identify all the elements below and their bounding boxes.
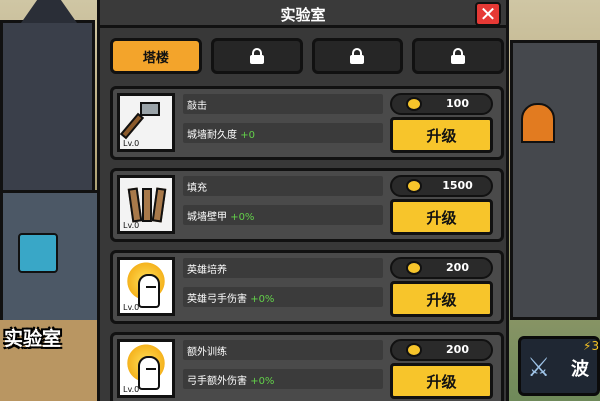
stat-label: 弓手额外伤害 [187,376,247,387]
upgrade-stat-bar: 城墙壁甲 +0% [183,205,383,225]
energy-value: 3 [591,339,600,353]
lab-building[interactable] [0,190,100,330]
stat-label: 城墙壁甲 [187,212,227,223]
forge-icon [521,103,555,143]
upgrade-stat-bar: 弓手额外伤害 +0% [183,369,383,389]
upgrade-name: 敲击 [187,101,207,112]
beaker-icon [18,233,58,273]
hero-icon [126,346,166,390]
upgrade-level: Lv.0 [123,303,140,312]
upgrade-stat: 英雄弓手伤害 +0% [187,290,274,305]
wave-button-label: 波 [571,359,589,380]
hero-icon [126,264,166,308]
cost-display: 200 [390,257,493,279]
upgrade-icon-box: Lv.0 [117,175,175,234]
stat-bonus: +0% [230,212,255,223]
wood-planks-icon [126,182,167,223]
upgrade-button[interactable]: 升级 [390,117,493,153]
upgrade-level: Lv.0 [123,139,140,148]
energy-indicator: ⚡3 [583,339,600,353]
tab-locked-3[interactable] [412,38,504,74]
upgrade-stat-bar: 英雄弓手伤害 +0% [183,287,383,307]
stat-bonus: +0% [250,294,275,305]
cost-value: 1500 [442,179,473,192]
tab-tower[interactable]: 塔楼 [110,38,202,74]
coin-icon [406,97,422,111]
panel-title: 实验室 [280,6,326,24]
wave-button[interactable]: ⚔ ⚡3 波 [518,336,600,396]
upgrade-row: Lv.0 填充 城墙壁甲 +0% 1500 升级 [110,168,504,242]
forge-building[interactable] [510,40,600,320]
stat-bonus: +0 [240,130,255,141]
stat-label: 城墙耐久度 [187,130,237,141]
cost-display: 200 [390,339,493,361]
coin-icon [406,343,422,357]
cost-value: 200 [446,343,469,356]
title-bar: 实验室 ✕ [100,0,506,28]
upgrade-button[interactable]: 升级 [390,281,493,317]
cost-display: 1500 [390,175,493,197]
tab-bar: 塔楼 [110,38,504,74]
lock-icon [350,48,365,64]
upgrade-icon-box: Lv.0 [117,339,175,398]
tab-locked-1[interactable] [210,38,303,74]
upgrade-button[interactable]: 升级 [390,363,493,399]
upgrade-row: Lv.0 额外训练 弓手额外伤害 +0% 200 升级 [110,332,504,401]
upgrade-name: 英雄培养 [187,265,227,276]
upgrade-name-bar: 额外训练 [183,340,383,360]
stat-label: 英雄弓手伤害 [187,294,247,305]
upgrade-row: Lv.0 英雄培养 英雄弓手伤害 +0% 200 升级 [110,250,504,324]
cost-value: 200 [446,261,469,274]
stat-bonus: +0% [250,376,275,387]
coin-icon [406,179,422,193]
upgrade-stat: 城墙壁甲 +0% [187,208,254,223]
upgrade-name: 额外训练 [187,347,227,358]
lock-icon [249,48,264,64]
crossed-swords-icon: ⚔ [527,353,551,383]
close-x-icon: ✕ [479,2,497,26]
cost-value: 100 [446,97,469,110]
tab-locked-2[interactable] [311,38,404,74]
upgrade-name: 填充 [187,183,207,194]
castle-roof [21,0,77,23]
upgrade-icon-box: Lv.0 [117,257,175,316]
lock-icon [451,48,466,64]
upgrade-stat-bar: 城墙耐久度 +0 [183,123,383,143]
upgrade-button[interactable]: 升级 [390,199,493,235]
hammer-icon [119,100,166,140]
upgrade-icon-box: Lv.0 [117,93,175,152]
tab-tower-label: 塔楼 [142,50,169,66]
upgrade-stat: 城墙耐久度 +0 [187,126,255,141]
lab-building-label[interactable]: 实验室 [4,324,61,351]
close-button[interactable]: ✕ [475,2,501,26]
upgrade-name-bar: 填充 [183,176,383,196]
upgrade-level: Lv.0 [123,221,140,230]
upgrade-name-bar: 英雄培养 [183,258,383,278]
lab-panel: 实验室 ✕ 塔楼 Lv.0 敲击 城墙耐久度 +0 100 升级 Lv.0 填充… [97,0,509,401]
upgrade-row: Lv.0 敲击 城墙耐久度 +0 100 升级 [110,86,504,160]
upgrade-list: Lv.0 敲击 城墙耐久度 +0 100 升级 Lv.0 填充 城墙壁甲 +0%… [110,86,504,401]
upgrade-stat: 弓手额外伤害 +0% [187,372,274,387]
cost-display: 100 [390,93,493,115]
upgrade-level: Lv.0 [123,385,140,394]
upgrade-name-bar: 敲击 [183,94,383,114]
coin-icon [406,261,422,275]
